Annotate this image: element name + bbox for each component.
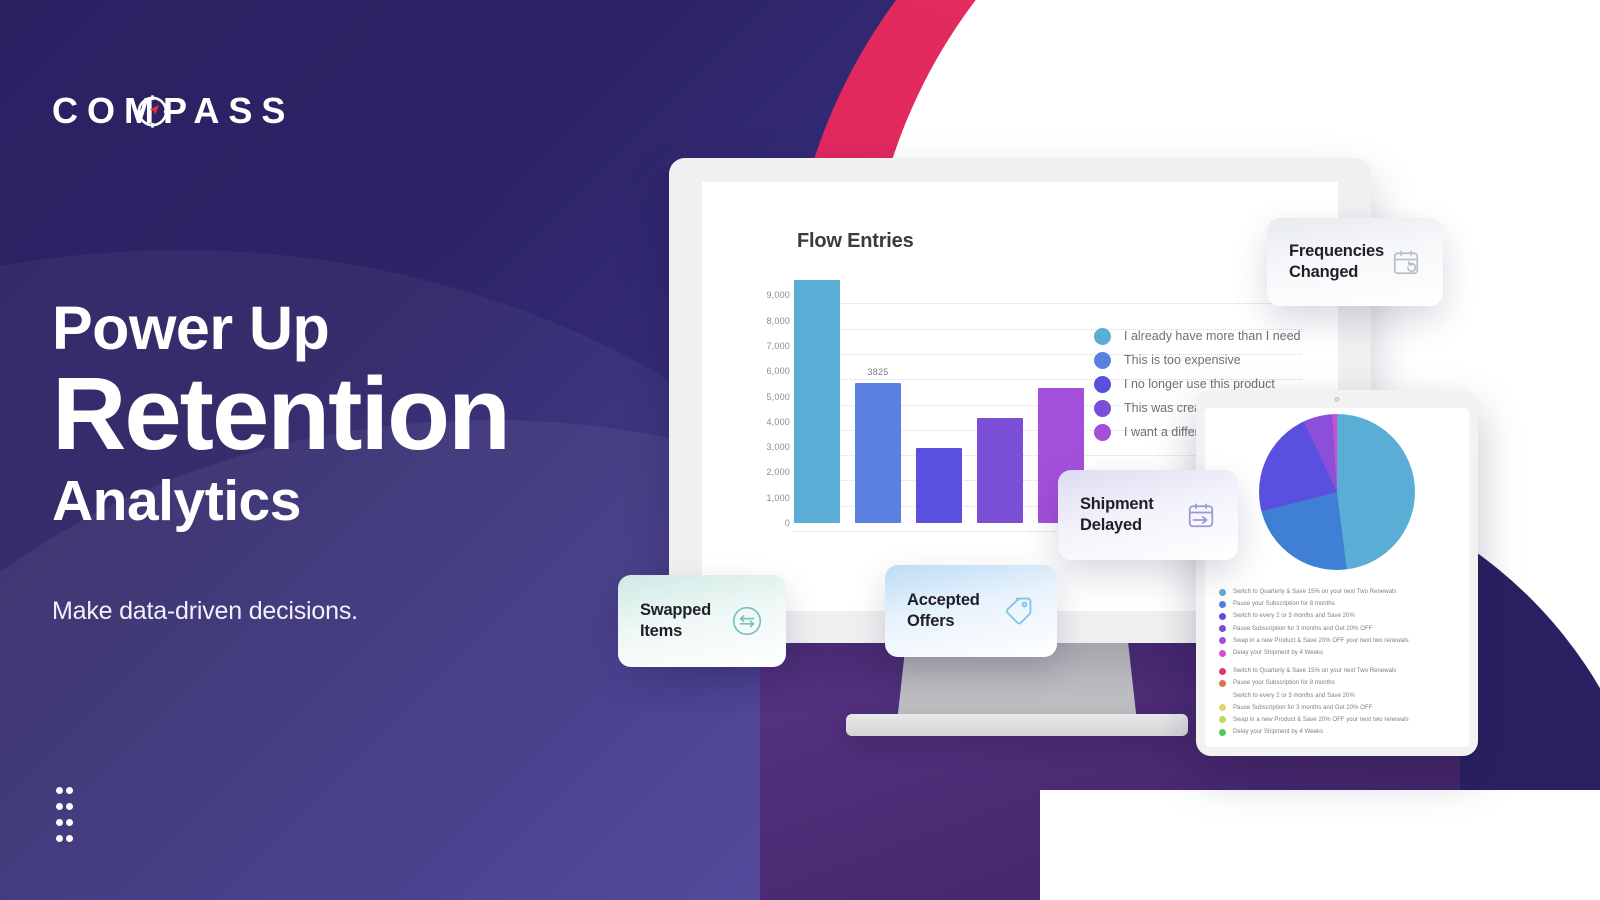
legend-color-dot (1094, 399, 1111, 417)
bar-chart: 0 1,000 2,000 3,000 4,000 5,000 6,000 7,000 8,00… (744, 270, 1302, 532)
bar-value-label: 3825 (867, 366, 889, 377)
pie-legend-color-dot (1219, 667, 1226, 675)
pie-legend-color-dot (1219, 588, 1226, 596)
pie-legend-color-dot (1219, 612, 1226, 620)
legend-color-dot (1094, 327, 1111, 345)
pie-legend-color-dot (1219, 679, 1226, 687)
y-axis-tick-label: 4,000 (766, 416, 790, 427)
price-tag-icon (1005, 597, 1032, 625)
calendar-arrow-right-icon (1188, 503, 1214, 528)
pie-legend-item[interactable]: Pause your Subscription for 8 months (1219, 677, 1465, 689)
legend-color-dot (1094, 351, 1111, 369)
chart-title: Flow Entries (797, 230, 914, 252)
chart-bar[interactable] (977, 418, 1023, 523)
pie-legend-label: Switch to every 2 or 3 months and Save 2… (1233, 692, 1355, 699)
drag-handle-icon[interactable] (56, 787, 76, 851)
pie-legend-item[interactable]: Switch to every 2 or 3 months and Save 2… (1219, 610, 1465, 622)
pie-legend-item[interactable]: Switch to Quarterly & Save 15% on your n… (1219, 665, 1465, 677)
pie-legend-color-dot (1219, 704, 1226, 712)
pie-legend-label: Pause your Subscription for 8 months (1233, 680, 1335, 687)
chart-bar[interactable] (794, 280, 840, 523)
y-axis-tick-label: 2,000 (766, 467, 790, 478)
pie-legend-item[interactable]: Pause Subscription for 3 months and Get … (1219, 623, 1465, 635)
legend-color-dot (1094, 423, 1111, 441)
chart-bar[interactable]: 3825 (855, 367, 901, 523)
pie-legend-item[interactable]: Swap in a new Product & Save 20% OFF you… (1219, 635, 1465, 647)
pie-legend-item[interactable]: Pause your Subscription for 8 months (1219, 598, 1465, 610)
y-axis-tick-label: 6,000 (766, 366, 790, 377)
y-axis-tick-label: 3,000 (766, 442, 790, 453)
calendar-refresh-icon (1393, 250, 1419, 275)
tablet-screen: Switch to Quarterly & Save 15% on your n… (1205, 408, 1469, 747)
pie-legend-label: Swap in a new Product & Save 20% OFF you… (1233, 637, 1409, 644)
poster-canvas: COMPASS Power Up Retention Analytics Mak… (0, 0, 1600, 900)
card-swapped-items[interactable]: Swapped Items (618, 575, 786, 667)
pie-chart-graphic (1259, 414, 1415, 570)
chart-y-axis: 0 1,000 2,000 3,000 4,000 5,000 6,000 7,000 8,00… (744, 270, 790, 528)
brand-name: COMPASS (52, 90, 295, 131)
pie-legend-label: Switch to Quarterly & Save 15% on your n… (1233, 668, 1397, 675)
brand-logo: COMPASS (52, 93, 294, 129)
pie-legend-item[interactable]: Delay your Shipment by 4 Weeks (1219, 647, 1465, 659)
swap-arrows-circle-icon (732, 606, 762, 636)
pie-legend-label: Pause your Subscription for 8 months (1233, 601, 1335, 608)
pie-legend-label: Delay your Shipment by 4 Weeks (1233, 729, 1324, 736)
y-axis-tick-label: 0 (784, 518, 790, 528)
card-frequencies-changed[interactable]: Frequencies Changed (1267, 218, 1443, 306)
tablet-device: Switch to Quarterly & Save 15% on your n… (1196, 390, 1478, 756)
pie-legend-label: Delay your Shipment by 4 Weeks (1233, 650, 1324, 657)
tablet-camera-icon (1334, 397, 1340, 402)
pie-legend-color-dot (1219, 600, 1226, 608)
chart-bar[interactable] (916, 448, 962, 523)
background-white-bottom (1040, 790, 1600, 900)
y-axis-tick-label: 5,000 (766, 391, 790, 402)
headline-line-1: Power Up (52, 294, 330, 362)
card-shipment-title: Shipment Delayed (1080, 495, 1154, 534)
pie-legend-color-dot (1219, 649, 1226, 657)
y-axis-tick-label: 8,000 (766, 315, 790, 326)
pie-legend-color-dot (1219, 692, 1226, 699)
chart-bars: 3825 (794, 270, 1084, 523)
pie-legend-label: Switch to Quarterly & Save 15% on your n… (1233, 589, 1397, 596)
pie-legend-label: Switch to every 2 or 3 months and Save 2… (1233, 613, 1355, 620)
pie-legend-color-dot (1219, 716, 1226, 724)
pie-legend-color-dot (1219, 728, 1226, 736)
card-shipment-delayed[interactable]: Shipment Delayed (1058, 470, 1238, 560)
legend-item[interactable]: This is too expensive (1094, 348, 1301, 372)
pie-legend-label: Pause Subscription for 3 months and Get … (1233, 625, 1373, 632)
card-swapped-title: Swapped Items (640, 601, 712, 640)
headline-line-2: Retention (52, 356, 511, 472)
legend-item-label: I already have more than I need (1124, 329, 1301, 343)
card-offers-title: Accepted Offers (907, 591, 980, 630)
headline-line-3: Analytics (52, 469, 301, 534)
pie-legend-color-dot (1219, 625, 1226, 633)
monitor-base (846, 714, 1188, 736)
card-accepted-offers[interactable]: Accepted Offers (885, 565, 1057, 657)
pie-legend-label: Swap in a new Product & Save 20% OFF you… (1233, 716, 1409, 723)
pie-chart-legend: Switch to Quarterly & Save 15% on your n… (1219, 586, 1465, 738)
legend-color-dot (1094, 375, 1111, 393)
y-axis-tick-label: 1,000 (766, 492, 790, 503)
pie-legend-label: Pause Subscription for 3 months and Get … (1233, 704, 1373, 711)
pie-legend-item[interactable]: Swap in a new Product & Save 20% OFF you… (1219, 714, 1465, 726)
legend-item[interactable]: I already have more than I need (1094, 324, 1301, 348)
compass-needle-icon (136, 95, 169, 128)
pie-legend-item[interactable]: Switch to every 2 or 3 months and Save 2… (1219, 690, 1465, 702)
pie-legend-color-dot (1219, 637, 1226, 645)
pie-chart (1259, 414, 1415, 570)
y-axis-tick-label: 7,000 (766, 340, 790, 351)
pie-legend-item[interactable]: Switch to Quarterly & Save 15% on your n… (1219, 586, 1465, 598)
hero-tagline: Make data-driven decisions. (52, 597, 358, 625)
card-frequencies-title: Frequencies Changed (1289, 242, 1385, 281)
legend-item-label: This is too expensive (1124, 353, 1241, 367)
y-axis-tick-label: 9,000 (766, 290, 790, 301)
hero-headline: Power Up Retention Analytics (52, 294, 511, 534)
pie-legend-item[interactable]: Pause Subscription for 3 months and Get … (1219, 702, 1465, 714)
pie-legend-item[interactable]: Delay your Shipment by 4 Weeks (1219, 726, 1465, 738)
legend-item-label: I no longer use this product (1124, 377, 1275, 391)
